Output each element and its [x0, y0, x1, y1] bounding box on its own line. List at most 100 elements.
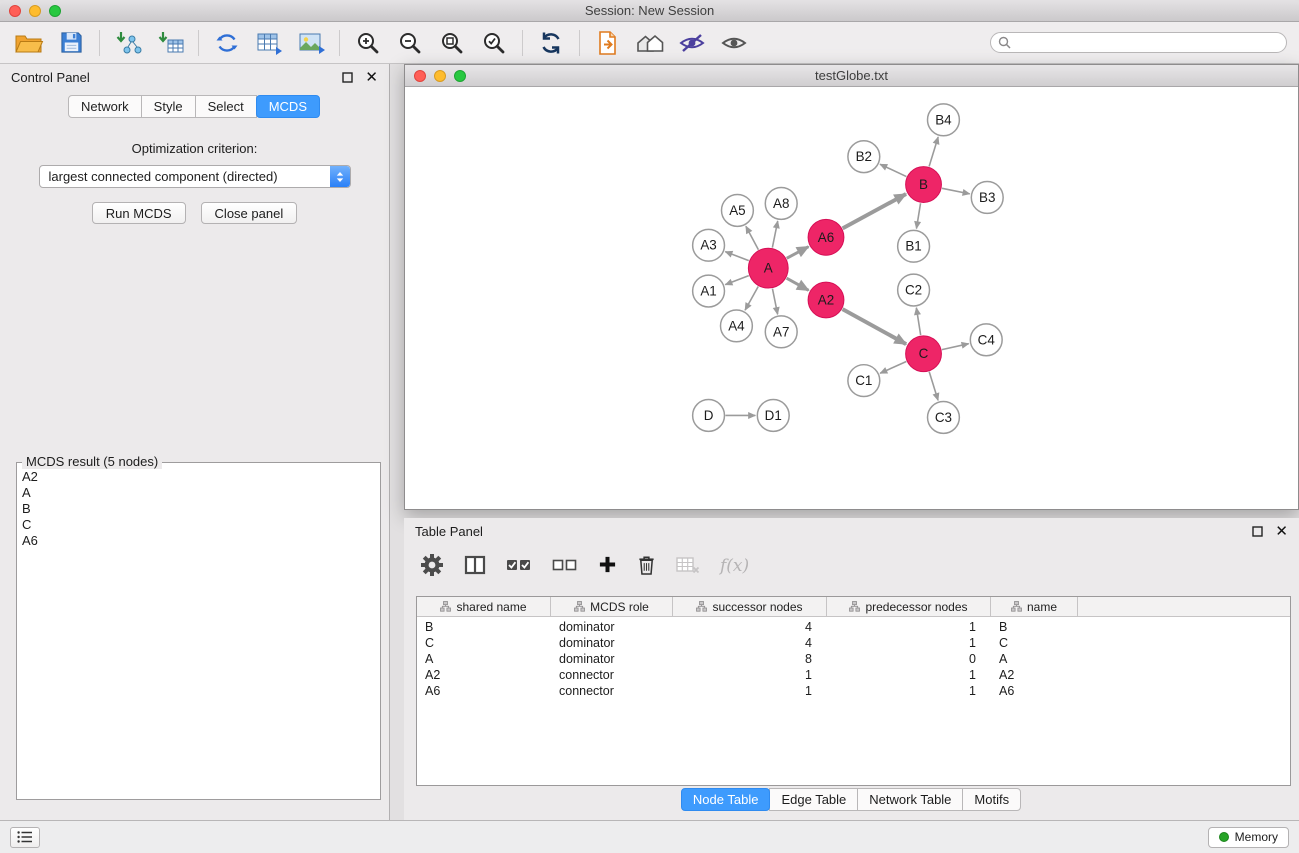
graph-node-D[interactable]: D [693, 400, 725, 432]
graph-node-A2[interactable]: A2 [808, 282, 844, 318]
create-column-button[interactable] [598, 555, 617, 577]
table-options-button[interactable] [420, 553, 444, 580]
table-cell[interactable]: 1 [827, 636, 991, 650]
mcds-result-item[interactable]: A2 [19, 469, 378, 485]
table-cell[interactable]: C [417, 636, 551, 650]
close-panel-icon[interactable]: ✕ [1275, 526, 1288, 538]
graph-node-D1[interactable]: D1 [757, 400, 789, 432]
column-header-predecessor-nodes[interactable]: predecessor nodes [827, 597, 991, 616]
zoom-window-button[interactable] [49, 5, 61, 17]
show-columns-button[interactable] [464, 555, 486, 578]
column-header-successor-nodes[interactable]: successor nodes [673, 597, 827, 616]
graph-node-C3[interactable]: C3 [928, 402, 960, 434]
select-all-columns-button[interactable] [506, 556, 532, 577]
table-cell[interactable]: 1 [673, 668, 827, 682]
graph-edge-A2-C[interactable] [843, 309, 907, 344]
minimize-window-button[interactable] [29, 5, 41, 17]
graph-node-A1[interactable]: A1 [693, 275, 725, 307]
close-window-button[interactable] [9, 5, 21, 17]
table-row[interactable]: Adominator80A [417, 651, 1290, 667]
column-header-MCDS-role[interactable]: MCDS role [551, 597, 673, 616]
graph-edge-A-A3[interactable] [725, 252, 748, 261]
show-panels-button[interactable] [10, 827, 40, 848]
graph-edge-B-B3[interactable] [942, 188, 970, 194]
graph-edge-A-A1[interactable] [725, 276, 748, 285]
network-graph[interactable]: B4B2BB3A8A5A6A3B1AC2A1A2A4A7C4CC1DD1C3 [405, 88, 1298, 509]
refresh-layout-button[interactable] [531, 26, 571, 60]
tab-network-table[interactable]: Network Table [857, 788, 963, 811]
tab-select[interactable]: Select [195, 95, 257, 118]
table-cell[interactable]: B [417, 620, 551, 634]
table-cell[interactable]: C [991, 636, 1078, 650]
graph-node-A3[interactable]: A3 [693, 229, 725, 261]
export-image-button[interactable] [291, 26, 331, 60]
show-graphics-details-button[interactable] [714, 26, 754, 60]
open-session-button[interactable] [9, 26, 49, 60]
graph-node-B4[interactable]: B4 [928, 104, 960, 136]
import-network-from-file-button[interactable] [108, 26, 148, 60]
minimize-network-window-button[interactable] [434, 70, 446, 82]
graph-node-B[interactable]: B [906, 167, 942, 203]
graph-node-A6[interactable]: A6 [808, 219, 844, 255]
table-cell[interactable]: 1 [827, 684, 991, 698]
delete-column-button[interactable] [637, 554, 656, 579]
table-row[interactable]: Bdominator41B [417, 619, 1290, 635]
table-cell[interactable]: 1 [827, 668, 991, 682]
toolbar-search[interactable] [990, 32, 1287, 53]
graph-edge-C-C1[interactable] [880, 362, 906, 374]
graph-node-A[interactable]: A [748, 248, 788, 288]
table-cell[interactable]: B [991, 620, 1078, 634]
graph-edge-A-A2[interactable] [787, 278, 809, 290]
tab-motifs[interactable]: Motifs [962, 788, 1021, 811]
zoom-out-button[interactable] [390, 26, 430, 60]
new-table-button[interactable] [249, 26, 289, 60]
memory-button[interactable]: Memory [1208, 827, 1289, 848]
graph-node-C2[interactable]: C2 [898, 274, 930, 306]
network-canvas[interactable]: B4B2BB3A8A5A6A3B1AC2A1A2A4A7C4CC1DD1C3 [405, 88, 1298, 509]
criterion-dropdown[interactable]: largest connected component (directed) [39, 165, 351, 188]
tab-style[interactable]: Style [141, 95, 196, 118]
mcds-result-list[interactable]: A2ABCA6 [19, 469, 378, 797]
table-cell[interactable]: A [991, 652, 1078, 666]
zoom-selected-button[interactable] [474, 26, 514, 60]
table-cell[interactable]: 4 [673, 620, 827, 634]
tab-node-table[interactable]: Node Table [681, 788, 771, 811]
zoom-network-window-button[interactable] [454, 70, 466, 82]
graph-edge-B-B4[interactable] [929, 137, 938, 166]
graph-edge-A-A5[interactable] [746, 226, 759, 249]
table-row[interactable]: A6connector11A6 [417, 683, 1290, 699]
table-cell[interactable]: connector [551, 668, 673, 682]
close-panel-button[interactable]: Close panel [201, 202, 298, 224]
column-header-shared-name[interactable]: shared name [417, 597, 551, 616]
new-network-button[interactable] [207, 26, 247, 60]
save-session-button[interactable] [51, 26, 91, 60]
run-mcds-button[interactable]: Run MCDS [92, 202, 186, 224]
graph-edge-A-A6[interactable] [787, 247, 809, 259]
graph-node-B2[interactable]: B2 [848, 141, 880, 173]
table-cell[interactable]: connector [551, 684, 673, 698]
mcds-result-item[interactable]: C [19, 517, 378, 533]
graph-node-C4[interactable]: C4 [970, 324, 1002, 356]
graph-edge-A-A4[interactable] [745, 286, 758, 310]
graph-node-A8[interactable]: A8 [765, 188, 797, 220]
table-cell[interactable]: 4 [673, 636, 827, 650]
mcds-result-item[interactable]: A [19, 485, 378, 501]
graph-edge-C-C4[interactable] [942, 344, 969, 350]
close-panel-icon[interactable]: ✕ [365, 72, 378, 84]
graph-edge-C-C3[interactable] [929, 372, 938, 401]
table-cell[interactable]: 1 [827, 620, 991, 634]
tab-edge-table[interactable]: Edge Table [769, 788, 858, 811]
table-row[interactable]: A2connector11A2 [417, 667, 1290, 683]
show-all-networks-button[interactable] [630, 26, 670, 60]
table-cell[interactable]: dominator [551, 620, 673, 634]
table-cell[interactable]: A6 [991, 684, 1078, 698]
graph-edge-A6-B[interactable] [843, 194, 906, 228]
mcds-result-item[interactable]: B [19, 501, 378, 517]
graph-edge-A-A8[interactable] [772, 221, 777, 248]
float-panel-icon[interactable] [1252, 526, 1263, 537]
table-cell[interactable]: dominator [551, 636, 673, 650]
table-cell[interactable]: dominator [551, 652, 673, 666]
graph-node-A4[interactable]: A4 [721, 310, 753, 342]
graph-node-A5[interactable]: A5 [721, 194, 753, 226]
hide-graphics-details-button[interactable] [672, 26, 712, 60]
